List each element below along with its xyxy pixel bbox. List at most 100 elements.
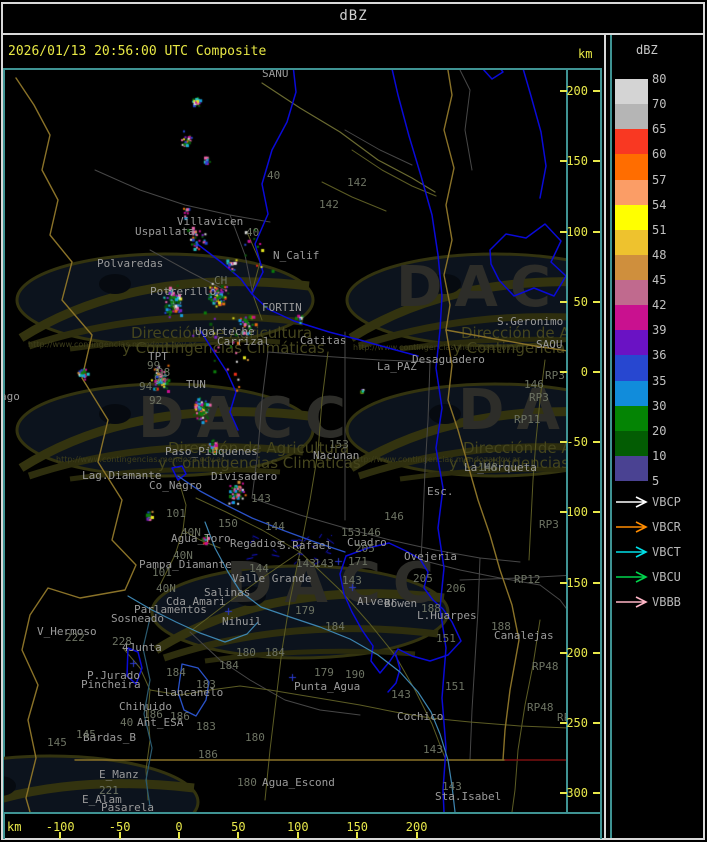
legend-level-label: 30	[652, 398, 667, 413]
map-route-label: 188	[491, 620, 511, 633]
x-axis-tick	[237, 832, 240, 839]
map-route-label: 190	[345, 668, 365, 681]
y-axis-tick	[593, 792, 600, 795]
legend-level-label: 80	[652, 72, 667, 86]
legend-level-label: 39	[652, 323, 667, 338]
map-place-label: Pasarela	[101, 801, 154, 812]
map-route-label: 144	[265, 520, 285, 533]
legend-level-label: 51	[652, 222, 667, 237]
legend-level-label: 20	[652, 423, 667, 438]
legend-color-block	[615, 455, 648, 481]
legend-divider	[604, 35, 606, 838]
map-place-label: Cochico	[397, 710, 444, 723]
map-place-label: S.Rafael	[279, 539, 332, 552]
map-place-label: La_Horqueta	[464, 461, 537, 474]
legend-color-block	[615, 229, 648, 255]
map-place-label: Nihuil	[222, 615, 262, 628]
map-route-label: 180	[245, 731, 265, 744]
y-axis-unit-label: km	[578, 47, 593, 61]
map-route-label: 40N	[156, 582, 176, 595]
legend-level-label: 54	[652, 197, 667, 212]
map-place-label: Pincheira	[81, 678, 141, 691]
legend-color-block	[615, 104, 648, 130]
map-route-label: 143	[391, 688, 411, 701]
map-place-label: Nacunan	[313, 449, 360, 462]
map-route-label: 228	[112, 635, 132, 648]
vector-label: VBCU	[652, 570, 681, 584]
map-route-label: 101	[166, 507, 186, 520]
y-axis-tick	[593, 230, 600, 233]
map-place-label: Potrerillo	[150, 285, 217, 298]
border-right	[703, 2, 705, 840]
y-axis-tick-inner	[560, 371, 567, 373]
map-place-label: SANU	[262, 70, 289, 80]
y-axis-tick-inner	[560, 792, 567, 795]
legend-color-block	[615, 405, 648, 431]
map-route-label: 143	[342, 574, 362, 587]
map-route-label: RP3	[529, 391, 549, 404]
map-route-label: 148	[478, 461, 498, 474]
map-route-label: 145	[47, 736, 67, 749]
legend-color-block	[615, 154, 648, 180]
map-route-label: 40	[267, 169, 281, 182]
map-place-label: Agua_Escond	[262, 776, 335, 789]
map-place-label: Catitas	[300, 334, 347, 347]
map-route-label: 183	[196, 678, 216, 691]
map-route-label: 142	[347, 176, 367, 189]
map-route-label: 40N	[173, 549, 193, 562]
map-place-label: SAOU	[536, 338, 563, 351]
map-route-label: 96	[154, 373, 168, 386]
x-axis-tick	[118, 832, 121, 839]
map-route-label: 186	[170, 710, 190, 723]
y-axis-tick	[593, 511, 600, 514]
map-route-label: 142	[319, 198, 339, 211]
map-route-label: 143	[442, 780, 462, 793]
legend-color-block	[615, 380, 648, 406]
legend-level-label: 70	[652, 97, 667, 112]
map-route-label: 146	[384, 510, 404, 523]
vector-label: VBBB	[652, 595, 681, 609]
timestamp: 2026/01/13 20:56:00 UTC Composite	[8, 44, 267, 59]
map-route-label: 179	[314, 666, 334, 679]
map-route-label: RP48	[532, 660, 559, 673]
map-route-label: 153	[329, 438, 349, 451]
border-top	[1, 2, 705, 4]
map-route-label: 184	[325, 620, 345, 633]
map-route-label: 143	[251, 492, 271, 505]
x-axis-tick	[178, 832, 180, 839]
map-route-label: 206	[446, 582, 466, 595]
map-route-label: 143	[314, 557, 334, 570]
map-route-label: 143	[296, 557, 316, 570]
legend-inner-border	[610, 35, 612, 838]
legend-level-label: 35	[652, 373, 667, 388]
map-route-label: 40	[120, 716, 134, 729]
x-axis-tick	[296, 832, 299, 839]
y-axis-tick	[593, 722, 600, 724]
y-axis-tick-inner	[560, 90, 567, 93]
map-route-label: 184	[166, 666, 186, 679]
map-route-label: 145	[76, 728, 96, 741]
radar-app: dBZ 2026/01/13 20:56:00 UTC Composite km…	[0, 0, 707, 842]
legend-level-label: 10	[652, 448, 667, 463]
map-route-label: 151	[445, 680, 465, 693]
vector-arrow-icon	[616, 496, 648, 508]
y-axis-tick-inner	[560, 230, 567, 233]
y-axis-tick	[593, 441, 600, 444]
legend-level-label: 57	[652, 172, 667, 187]
map-place-label: Regadios	[230, 537, 283, 550]
map-place-label: FORTIN	[262, 301, 302, 314]
vector-label: VBCT	[652, 545, 681, 559]
map-route-label: 205	[355, 542, 375, 555]
map-route-label: 171	[348, 555, 368, 568]
map-route-label: 144	[249, 562, 269, 575]
y-axis-tick-inner	[560, 651, 567, 654]
map-route-label: 146	[524, 378, 544, 391]
legend-color-block	[615, 254, 648, 280]
map-place-label: E_Manz	[99, 768, 139, 781]
map-place-label: Sosneado	[111, 612, 164, 625]
axis-right-border	[600, 68, 602, 839]
map-place-label: Ovejeria	[404, 550, 457, 563]
map-place-label: Esc.	[427, 485, 454, 498]
map-place-label: Desaguadero	[412, 353, 485, 366]
map-route-label: RP3	[539, 518, 559, 531]
